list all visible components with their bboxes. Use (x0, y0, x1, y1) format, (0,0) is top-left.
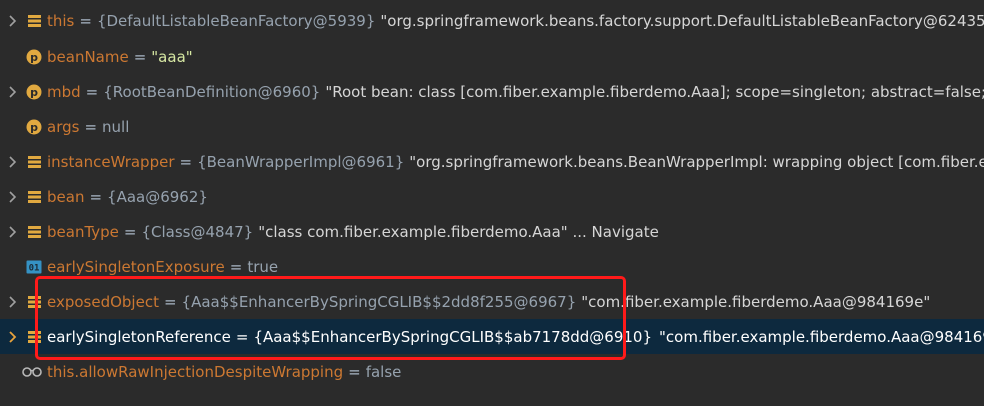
field-icon (26, 13, 42, 29)
variable-row-exposedObject[interactable]: exposedObject = {Aaa$$EnhancerBySpringCG… (0, 284, 984, 319)
variable-row-beanType[interactable]: beanType = {Class@4847} "class com.fiber… (0, 214, 984, 249)
variable-value: {Class@4847} (141, 222, 254, 241)
variable-name: exposedObject (47, 292, 159, 311)
variable-row-earlySingletonReference[interactable]: earlySingletonReference = {Aaa$$Enhancer… (0, 319, 984, 354)
svg-text:01: 01 (29, 263, 40, 273)
svg-text:p: p (30, 86, 38, 99)
chevron-right-icon[interactable] (8, 295, 20, 308)
variable-row-instanceWrapper[interactable]: instanceWrapper = {BeanWrapperImpl@6961}… (0, 144, 984, 179)
variable-name: bean (47, 187, 85, 206)
variable-value: {Aaa@6962} (107, 187, 208, 206)
equals-sign: = (235, 327, 249, 346)
watch-glasses-icon (22, 364, 42, 380)
variable-name: beanName (47, 47, 129, 66)
equals-sign: = (163, 292, 177, 311)
variable-value: {RootBeanDefinition@6960} (103, 82, 321, 101)
field-icon (26, 329, 42, 345)
variable-string: "com.fiber.example.fiberdemo.Aaa@984169e… (659, 327, 984, 346)
variable-string: "org.springframework.beans.BeanWrapperIm… (409, 152, 984, 171)
equals-sign: = (133, 47, 147, 66)
variable-value: {Aaa$$EnhancerBySpringCGLIB$$ab7178dd@69… (253, 327, 653, 346)
chevron-right-icon[interactable] (8, 330, 20, 343)
equals-sign: = (123, 222, 137, 241)
variable-row-earlySingletonExposure[interactable]: 01 earlySingletonExposure = true (0, 249, 984, 284)
variable-value: {DefaultListableBeanFactory@5939} (96, 11, 376, 30)
variable-value: false (365, 362, 402, 381)
chevron-right-icon[interactable] (8, 85, 20, 98)
variable-name: earlySingletonExposure (47, 257, 225, 276)
variable-value: {BeanWrapperImpl@6961} (197, 152, 405, 171)
variable-string: "class com.fiber.example.fiberdemo.Aaa" … (258, 222, 659, 241)
variable-name: this (47, 11, 75, 30)
chevron-right-icon[interactable] (8, 190, 20, 203)
equals-sign: = (348, 362, 361, 381)
variable-name: earlySingletonReference (47, 327, 231, 346)
variable-name: mbd (47, 82, 81, 101)
variable-row-bean[interactable]: bean = {Aaa@6962} (0, 179, 984, 214)
variable-name: args (47, 117, 80, 136)
field-icon (26, 224, 42, 240)
variable-string: "com.fiber.example.fiberdemo.Aaa@984169e… (581, 292, 931, 311)
variable-row-beanName[interactable]: p beanName = "aaa" (0, 39, 984, 74)
field-icon (26, 154, 42, 170)
chevron-right-icon[interactable] (8, 155, 20, 168)
variable-string: "Root bean: class [com.fiber.example.fib… (325, 82, 984, 101)
variable-name: instanceWrapper (47, 152, 175, 171)
variable-name: this.allowRawInjectionDespiteWrapping (47, 362, 344, 381)
chevron-right-icon[interactable] (8, 14, 20, 27)
variable-row-this[interactable]: this = {DefaultListableBeanFactory@5939}… (0, 3, 984, 38)
field-icon (26, 294, 42, 310)
chevron-right-icon[interactable] (8, 225, 20, 238)
variable-string: "org.springframework.beans.factory.suppo… (380, 11, 984, 30)
boolean-icon: 01 (26, 259, 42, 275)
variable-row-args[interactable]: p args = null (0, 109, 984, 144)
parameter-icon: p (26, 119, 42, 135)
equals-sign: = (229, 257, 243, 276)
variable-string: "aaa" (151, 47, 193, 66)
variable-value: true (247, 257, 279, 276)
variable-value: {Aaa$$EnhancerBySpringCGLIB$$2dd8f255@69… (181, 292, 577, 311)
equals-sign: = (179, 152, 193, 171)
variable-name: beanType (47, 222, 119, 241)
variable-row-mbd[interactable]: p mbd = {RootBeanDefinition@6960} "Root … (0, 74, 984, 109)
variable-value: null (102, 117, 130, 136)
svg-text:p: p (30, 121, 38, 134)
parameter-icon: p (26, 84, 42, 100)
equals-sign: = (79, 11, 92, 30)
equals-sign: = (85, 82, 99, 101)
parameter-icon: p (26, 49, 42, 65)
field-icon (26, 189, 42, 205)
equals-sign: = (89, 187, 103, 206)
equals-sign: = (84, 117, 98, 136)
variable-row-allowRawInjectionDespiteWrapping[interactable]: this.allowRawInjectionDespiteWrapping = … (0, 354, 984, 389)
debugger-variables-tree: this = {DefaultListableBeanFactory@5939}… (0, 0, 984, 406)
svg-text:p: p (30, 51, 38, 64)
